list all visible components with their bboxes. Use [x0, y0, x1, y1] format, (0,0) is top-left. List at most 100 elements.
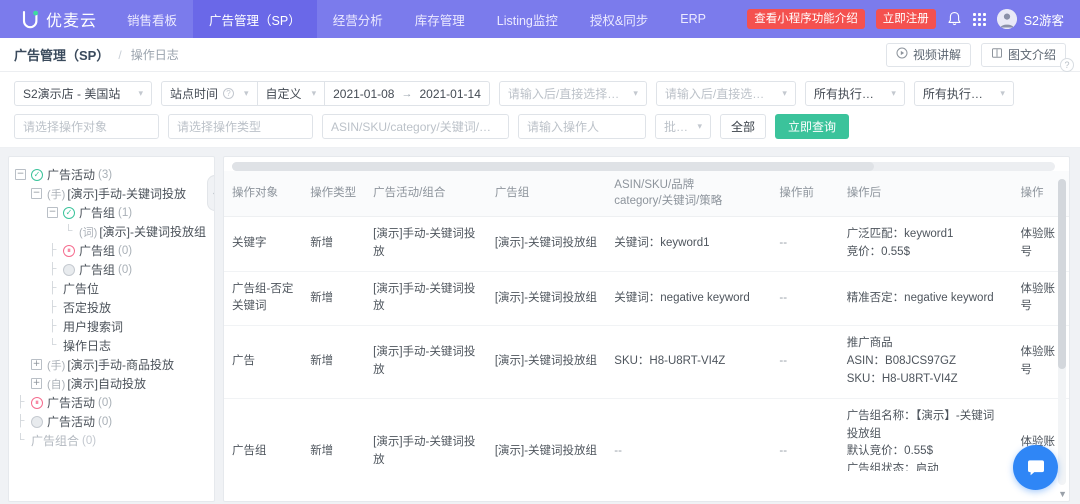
tree-branch-icon: ├: [15, 416, 26, 427]
chevron-down-icon: ▾: [302, 89, 317, 98]
tree-node-label: 广告活动: [47, 394, 95, 411]
operation-log-table: 操作对象 操作类型 广告活动/组合 广告组 ASIN/SKU/品牌 catego…: [224, 171, 1069, 471]
table-row[interactable]: 广告组-否定关键词新增[演示]手动-关键词投放[演示]-关键词投放组关键词：ne…: [224, 271, 1069, 326]
chat-support-button[interactable]: [1013, 445, 1058, 490]
campaign-select[interactable]: 请输入后/直接选择广告活动 ▾: [499, 81, 647, 106]
tree-node[interactable]: └操作日志: [15, 336, 208, 355]
miniprogram-intro-button[interactable]: 查看小程序功能介绍: [747, 9, 865, 30]
user-menu[interactable]: S2游客: [997, 9, 1064, 29]
tree-node[interactable]: +(自)[演示]自动投放: [15, 374, 208, 393]
exec-result-select[interactable]: 所有执行结果 ▾: [914, 81, 1014, 106]
horizontal-scrollbar[interactable]: [232, 162, 1055, 171]
table-row[interactable]: 关键字新增[演示]手动-关键词投放[演示]-关键词投放组关键词：keyword1…: [224, 217, 1069, 272]
doc-intro-button[interactable]: 图文介绍: [981, 43, 1066, 67]
table-row[interactable]: 广告组新增[演示]手动-关键词投放[演示]-关键词投放组----广告组名称：【演…: [224, 398, 1069, 471]
nav-item-auth-sync[interactable]: 授权&同步: [574, 0, 664, 38]
tree-node[interactable]: ├ 否定投放: [15, 298, 208, 317]
chevron-down-icon: ▾: [128, 89, 143, 98]
nav-item-sales-board[interactable]: 销售看板: [111, 0, 193, 38]
tree-node[interactable]: └(词)[演示]-关键词投放组: [15, 222, 208, 241]
breadcrumb-main[interactable]: 广告管理（SP）: [14, 45, 109, 64]
tree-node-label: 操作日志: [63, 337, 111, 354]
apps-grid-icon[interactable]: [973, 13, 986, 26]
col-before: 操作前: [771, 171, 838, 217]
date-end-value: 2021-01-14: [419, 87, 480, 101]
cell-asin-sku: 关键词：keyword1: [606, 217, 771, 272]
tree-node[interactable]: ├⏸广告组(0): [15, 241, 208, 260]
cell-campaign: [演示]手动-关键词投放: [365, 326, 487, 398]
operation-object-value: 请选择操作对象: [23, 118, 107, 135]
tree-node[interactable]: + (手)[演示]手动-商品投放: [15, 355, 208, 374]
video-tutorial-button[interactable]: 视频讲解: [886, 43, 971, 67]
nav-item-ad-management[interactable]: 广告管理（SP）: [193, 0, 317, 38]
operator-input[interactable]: 请输入操作人: [518, 114, 646, 139]
vertical-scrollbar[interactable]: [1058, 179, 1066, 485]
tree-node[interactable]: −✓广告组(1): [15, 203, 208, 222]
operation-type-value: 请选择操作类型: [177, 118, 261, 135]
nav-item-inventory[interactable]: 库存管理: [399, 0, 481, 38]
tree-node-label: 广告组: [79, 242, 115, 259]
date-range-picker[interactable]: 2021-01-08 → 2021-01-14: [325, 81, 490, 106]
cell-before: --: [771, 271, 838, 326]
tree-node-label: [演示]-关键词投放组: [99, 223, 206, 240]
tree-node-label: 否定投放: [63, 299, 111, 316]
help-icon[interactable]: ?: [1060, 58, 1074, 72]
tree-expand-icon[interactable]: +: [31, 359, 42, 370]
tree-node[interactable]: ├用户搜索词: [15, 317, 208, 336]
tree-branch-icon: ├: [47, 302, 58, 313]
tree-node[interactable]: −(手)[演示]手动-关键词投放: [15, 184, 208, 203]
scroll-down-arrow-icon[interactable]: ▼: [1058, 489, 1067, 499]
tree-collapse-icon[interactable]: −: [47, 207, 58, 218]
horizontal-scrollbar-thumb[interactable]: [232, 162, 874, 171]
adgroup-select-value: 请输入后/直接选择组: [665, 85, 772, 102]
tree-node[interactable]: −✓广告活动(3): [15, 165, 208, 184]
operation-type-input[interactable]: 请选择操作类型: [168, 114, 313, 139]
all-toggle[interactable]: 全部: [720, 114, 766, 139]
tree-node[interactable]: ├⏸广告活动(0): [15, 393, 208, 412]
nav-item-business-analysis[interactable]: 经营分析: [317, 0, 399, 38]
store-select[interactable]: S2演示店 - 美国站 ▾: [14, 81, 152, 106]
umaiyun-logo-icon: [22, 10, 39, 29]
cell-operation-object: 广告组: [224, 398, 302, 471]
range-type-select[interactable]: 自定义 ▾: [258, 81, 326, 106]
notification-bell-icon[interactable]: [947, 11, 962, 27]
tree-node-label: [演示]手动-关键词投放: [67, 185, 186, 202]
tree-collapse-toggle[interactable]: ‹: [207, 175, 215, 211]
time-type-select[interactable]: 站点时间 ? ▾: [161, 81, 258, 106]
cell-adgroup: [演示]-关键词投放组: [487, 326, 606, 398]
chevron-down-icon: ▾: [687, 122, 702, 131]
status-arch-icon: [31, 416, 43, 428]
tree-node-label: [演示]手动-商品投放: [67, 356, 174, 373]
tree-node[interactable]: ├广告位: [15, 279, 208, 298]
cell-campaign: [演示]手动-关键词投放: [365, 398, 487, 471]
chevron-down-icon: ▾: [881, 89, 896, 98]
batch-no-select[interactable]: 批次号 ▾: [655, 114, 711, 139]
tree-node[interactable]: ├广告组(0): [15, 260, 208, 279]
tree-node[interactable]: └广告组合(0): [15, 431, 208, 450]
date-filter-group: 站点时间 ? ▾ 自定义 ▾ 2021-01-08 → 2021-01-14: [161, 81, 490, 106]
campaign-tree-panel: −✓广告活动(3)−(手)[演示]手动-关键词投放−✓广告组(1)└(词)[演示…: [8, 156, 215, 502]
search-button[interactable]: 立即查询: [775, 114, 849, 139]
nav-item-listing-monitor[interactable]: Listing监控: [481, 0, 574, 38]
vertical-scrollbar-thumb[interactable]: [1058, 179, 1066, 369]
tree-expand-icon[interactable]: +: [31, 378, 42, 389]
brand-logo-area[interactable]: 优麦云: [0, 0, 111, 38]
table-row[interactable]: 广告新增[演示]手动-关键词投放[演示]-关键词投放组SKU：H8-U8RT-V…: [224, 326, 1069, 398]
date-arrow-icon: →: [401, 88, 412, 100]
operation-object-input[interactable]: 请选择操作对象: [14, 114, 159, 139]
all-toggle-label: 全部: [731, 118, 755, 135]
status-arch-icon: [63, 264, 75, 276]
tree-node-tag: (手): [47, 357, 65, 373]
register-now-button[interactable]: 立即注册: [876, 9, 936, 30]
adgroup-select[interactable]: 请输入后/直接选择组 ▾: [656, 81, 796, 106]
cell-operation-object: 关键字: [224, 217, 302, 272]
tree-node-count: (0): [98, 416, 112, 428]
tree-collapse-icon[interactable]: −: [15, 169, 26, 180]
chevron-down-icon: ▾: [990, 89, 1005, 98]
play-circle-icon: [896, 47, 908, 62]
nav-item-erp[interactable]: ERP: [664, 0, 722, 38]
tree-node[interactable]: ├广告活动(0): [15, 412, 208, 431]
asin-sku-input[interactable]: ASIN/SKU/category/关键词/品牌/策略: [322, 114, 509, 139]
exec-type-select[interactable]: 所有执行类型 ▾: [805, 81, 905, 106]
tree-collapse-icon[interactable]: −: [31, 188, 42, 199]
